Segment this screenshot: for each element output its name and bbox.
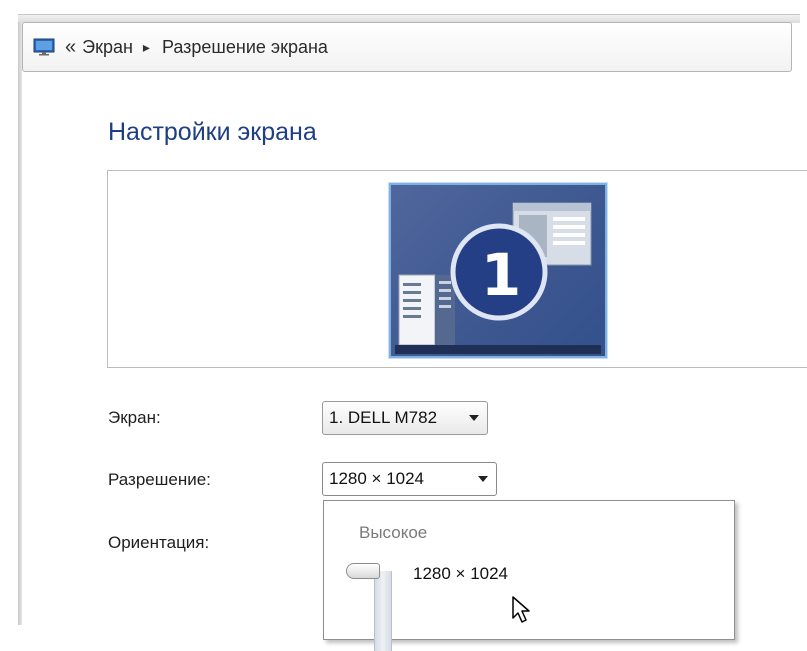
slider-current-value: 1280 × 1024 — [413, 564, 509, 583]
breadcrumb-overflow-icon[interactable]: « — [65, 36, 76, 59]
breadcrumb-item-resolution[interactable]: Разрешение экрана — [162, 37, 328, 58]
screen-select-value: 1. DELL M782 — [329, 408, 438, 427]
chevron-down-icon — [469, 415, 479, 421]
screen-label: Экран: — [108, 408, 161, 427]
address-bar[interactable]: « Экран ▸ Разрешение экрана — [22, 22, 792, 72]
display-control-panel-icon — [33, 38, 55, 56]
window-frame-left — [18, 22, 22, 625]
resolution-slider-thumb[interactable] — [346, 563, 380, 579]
resolution-select-value: 1280 × 1024 — [329, 469, 425, 488]
orientation-label: Ориентация: — [108, 533, 210, 552]
chevron-down-icon — [478, 476, 488, 482]
breadcrumb-separator-icon[interactable]: ▸ — [143, 39, 150, 56]
resolution-slider-track[interactable] — [374, 571, 392, 651]
screen-select[interactable]: 1. DELL M782 — [322, 401, 488, 435]
page-title: Настройки экрана — [108, 118, 317, 146]
monitor-number-label: 1 — [480, 241, 522, 309]
resolution-label: Разрешение: — [108, 470, 211, 489]
resolution-select[interactable]: 1280 × 1024 — [322, 462, 497, 496]
slider-high-label: Высокое — [359, 523, 428, 542]
monitor-1-thumbnail[interactable]: 1 — [389, 183, 607, 358]
breadcrumb-item-screen[interactable]: Экран — [82, 37, 133, 58]
